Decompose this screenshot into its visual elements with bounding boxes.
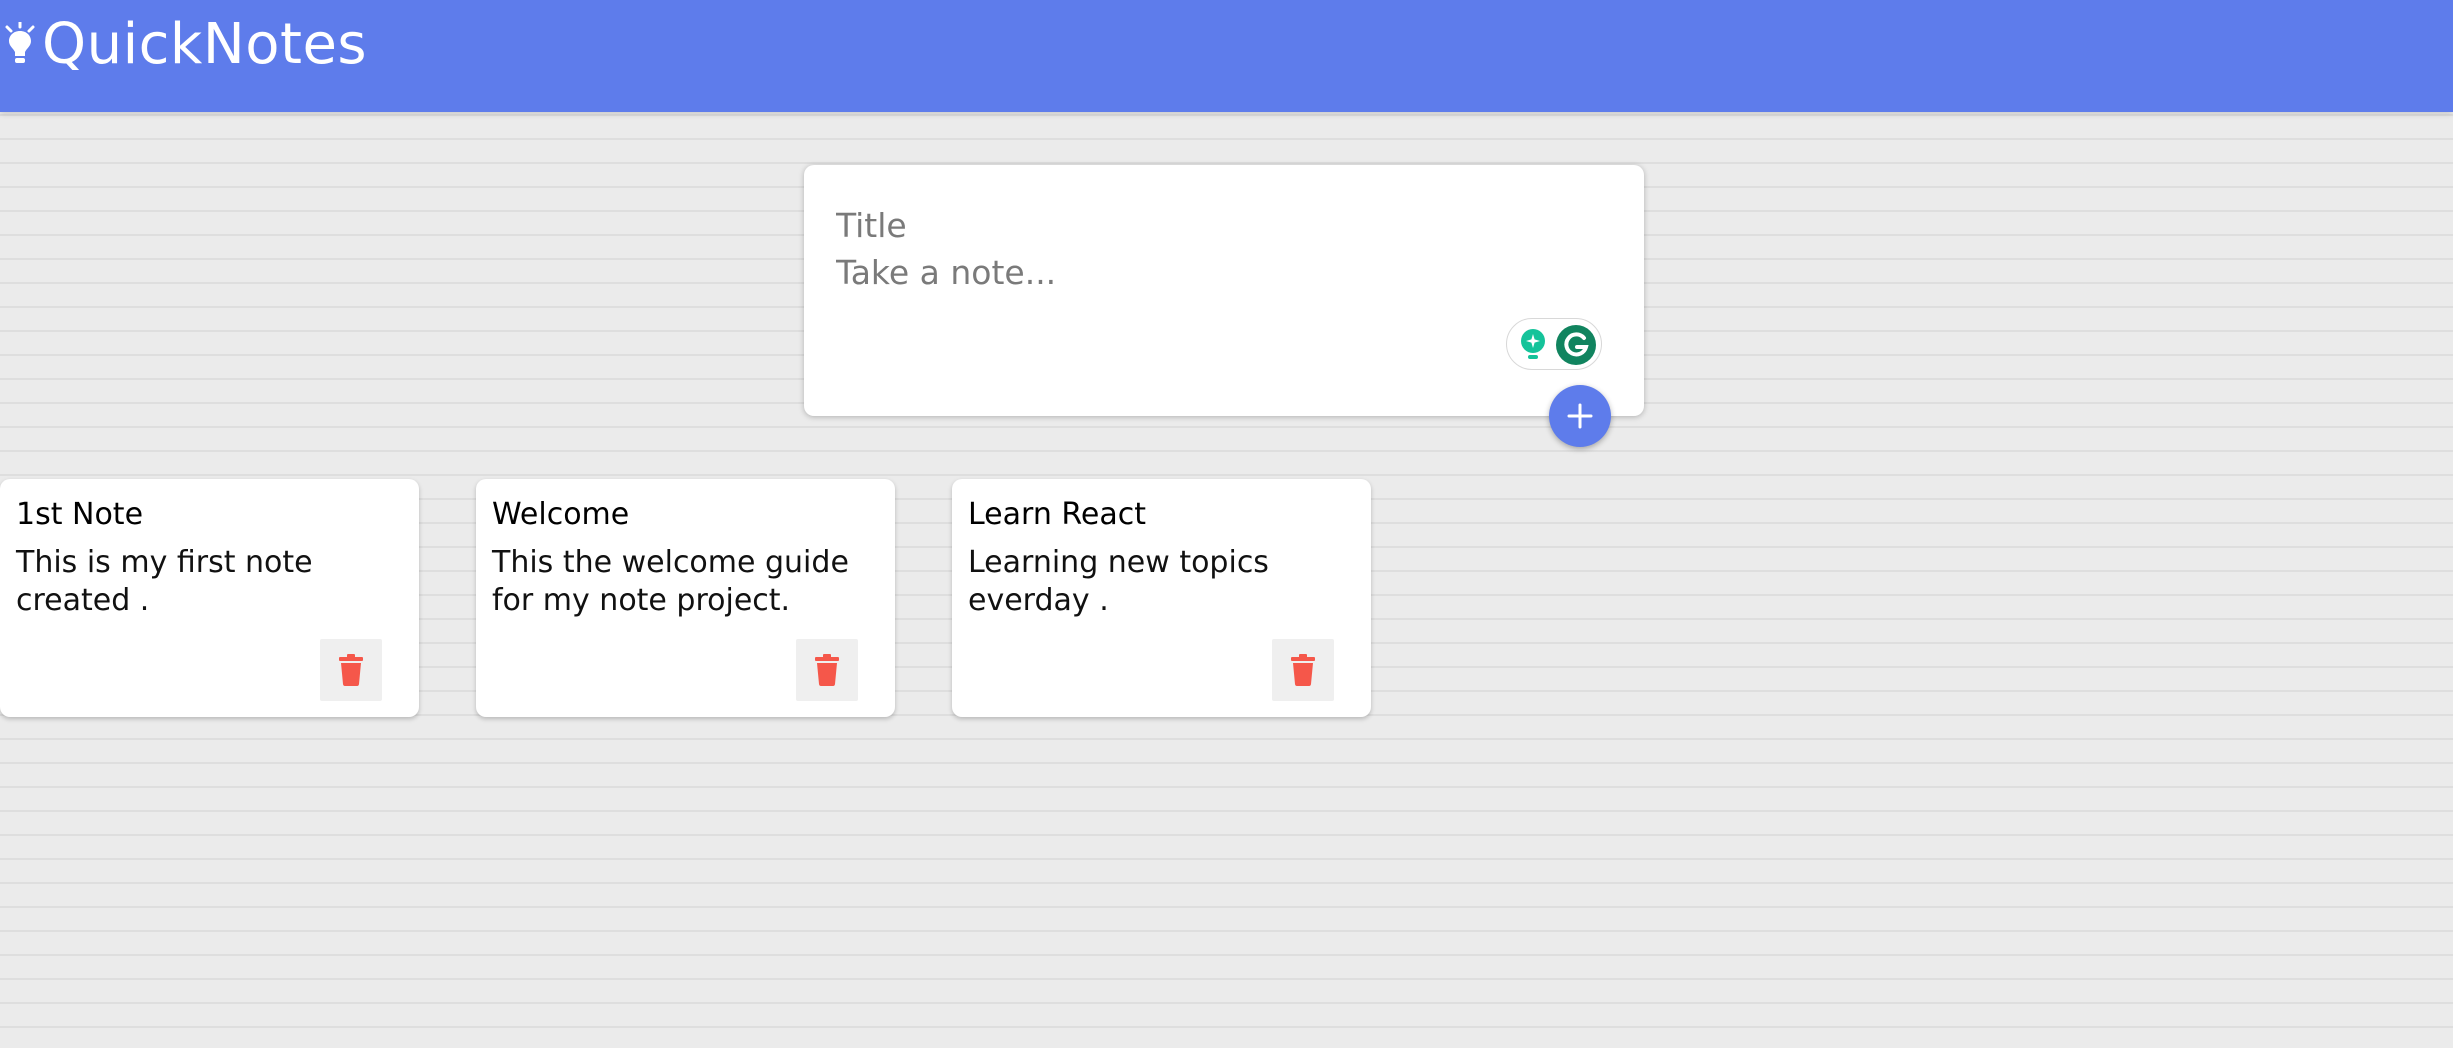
delete-note-button[interactable] bbox=[1272, 639, 1334, 701]
trash-icon bbox=[1291, 654, 1315, 686]
note-composer bbox=[804, 165, 1644, 416]
lightbulb-icon bbox=[5, 22, 35, 63]
note-title-input[interactable] bbox=[836, 197, 1596, 253]
grammarly-g-icon[interactable] bbox=[1555, 324, 1597, 366]
note-content-input[interactable] bbox=[836, 253, 1596, 313]
trash-icon bbox=[815, 654, 839, 686]
delete-note-button[interactable] bbox=[320, 639, 382, 701]
grammarly-bulb-icon[interactable] bbox=[1517, 328, 1549, 362]
note-title: 1st Note bbox=[16, 497, 144, 532]
delete-note-button[interactable] bbox=[796, 639, 858, 701]
add-note-button[interactable] bbox=[1549, 385, 1611, 447]
note-card: Learn React Learning new topics everday … bbox=[952, 479, 1371, 717]
note-content: Learning new topics everday . bbox=[968, 545, 1269, 618]
trash-icon bbox=[339, 654, 363, 686]
note-content: This the welcome guide for my note proje… bbox=[492, 545, 849, 618]
grammarly-widget[interactable] bbox=[1506, 318, 1602, 370]
plus-icon bbox=[1567, 403, 1593, 429]
app-header: QuickNotes bbox=[0, 0, 2453, 112]
note-card: Welcome This the welcome guide for my no… bbox=[476, 479, 895, 717]
note-title: Learn React bbox=[968, 497, 1146, 532]
note-content: This is my first note created . bbox=[16, 545, 313, 618]
app-title: QuickNotes bbox=[42, 12, 368, 77]
note-card: 1st Note This is my first note created . bbox=[0, 479, 419, 717]
note-title: Welcome bbox=[492, 497, 630, 532]
